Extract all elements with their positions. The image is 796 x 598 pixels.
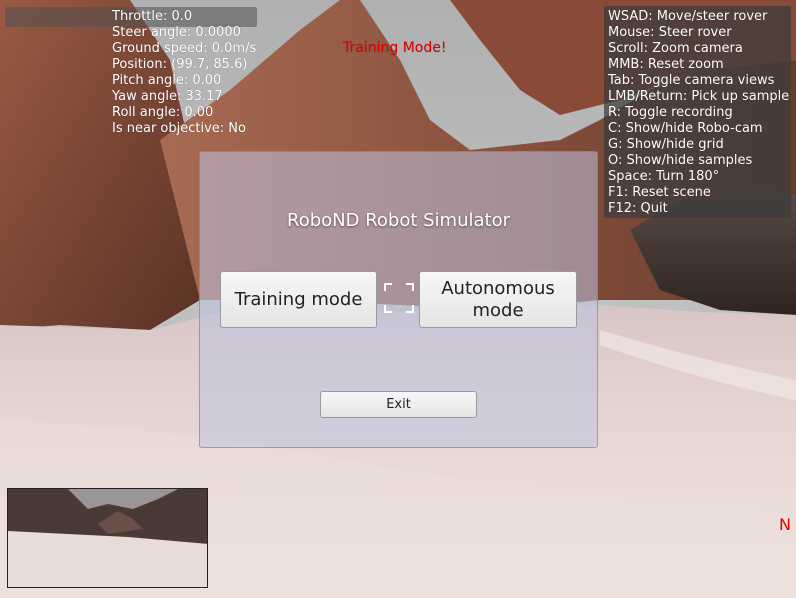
exit-button[interactable]: Exit [320,391,477,418]
training-mode-button[interactable]: Training mode [220,271,377,328]
help-line-c: C: Show/hide Robo-cam [608,121,763,136]
training-mode-indicator: Training Mode! [343,40,447,56]
controls-help-panel: WSAD: Move/steer rover Mouse: Steer rove… [604,6,791,218]
help-line-lmb: LMB/Return: Pick up sample [608,89,790,104]
roll-angle-readout: Roll angle: 0.00 [112,105,214,120]
position-readout: Position: (99.7, 85.6) [112,57,248,72]
help-line-mmb: MMB: Reset zoom [608,57,724,72]
help-line-f1: F1: Reset scene [608,185,711,200]
help-line-o: O: Show/hide samples [608,153,753,168]
near-objective-readout: Is near objective: No [112,121,246,136]
steer-angle-readout: Steer angle: 0.0000 [112,25,241,40]
dialog-title: RoboND Robot Simulator [287,210,510,231]
help-line-space: Space: Turn 180° [608,169,720,184]
help-line-tab: Tab: Toggle camera views [608,73,775,88]
help-line-wsad: WSAD: Move/steer rover [608,9,768,24]
robo-cam-view [7,488,208,588]
main-menu-dialog: RoboND Robot Simulator Training mode Aut… [199,151,598,448]
yaw-angle-readout: Yaw angle: 33.17 [112,89,223,104]
crosshair-icon [384,283,414,313]
help-line-scroll: Scroll: Zoom camera [608,41,743,56]
autonomous-mode-button[interactable]: Autonomous mode [419,271,577,328]
throttle-readout: Throttle: 0.0 [112,9,193,24]
help-line-f12: F12: Quit [608,201,668,216]
pitch-angle-readout: Pitch angle: 0.00 [112,73,222,88]
help-line-g: G: Show/hide grid [608,137,724,152]
help-line-r: R: Toggle recording [608,105,733,120]
help-line-mouse: Mouse: Steer rover [608,25,732,40]
ground-speed-readout: Ground speed: 0.0m/s [112,41,257,56]
edge-mode-indicator: N [779,515,791,534]
